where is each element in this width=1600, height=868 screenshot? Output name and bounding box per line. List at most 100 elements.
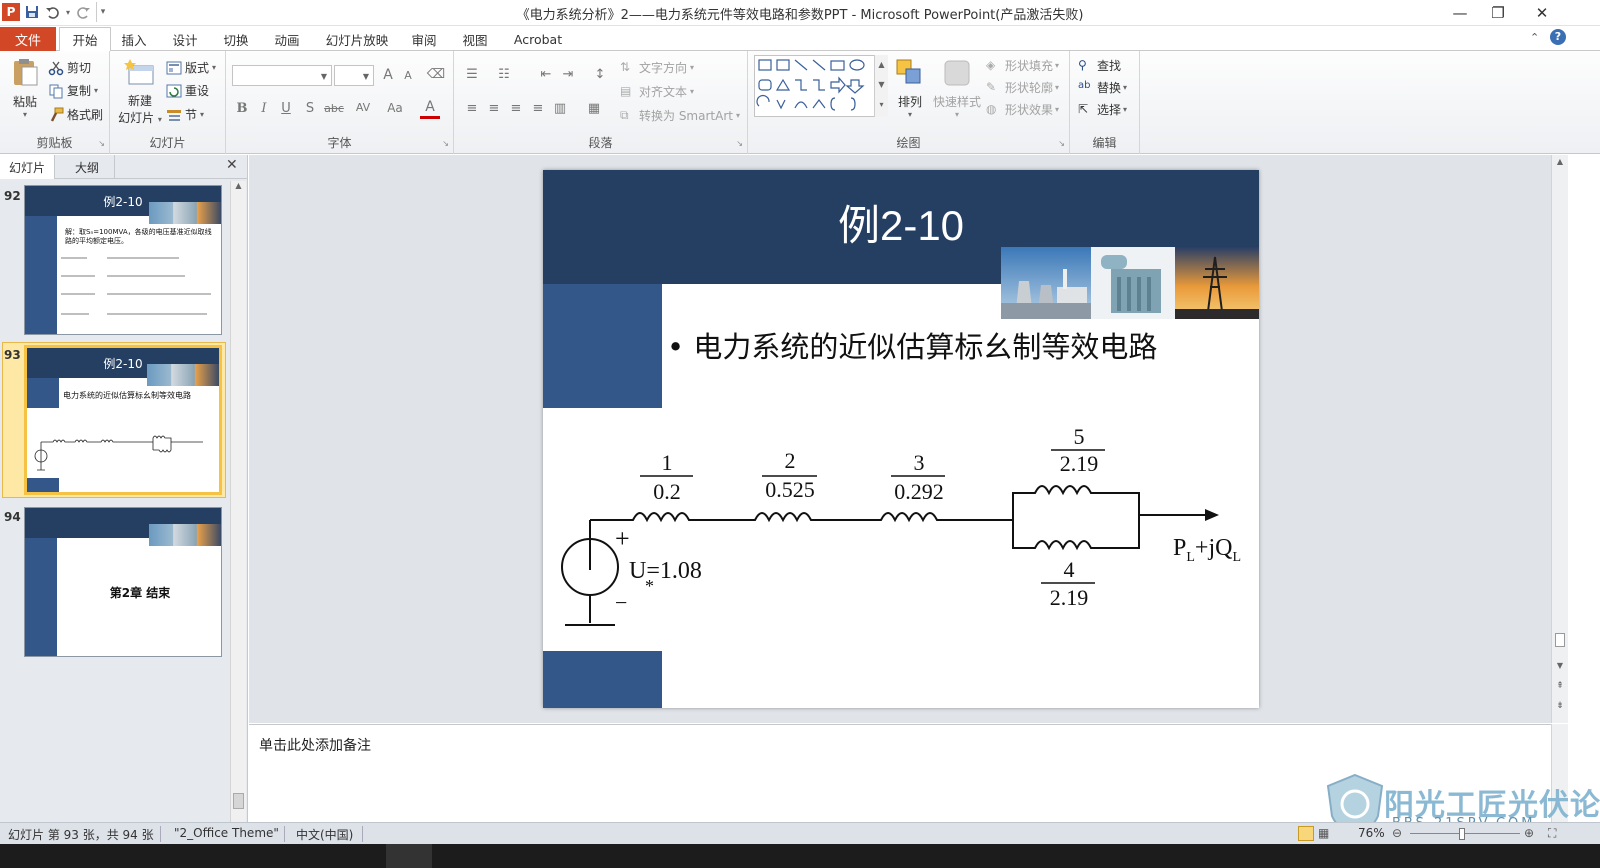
- taskbar-item[interactable]: [386, 844, 432, 868]
- slide-thumb-93[interactable]: 例2-10 电力系统的近似估算标幺制等效电路: [24, 345, 222, 495]
- slide-sorter-icon[interactable]: ▦: [1318, 826, 1329, 840]
- copy-button[interactable]: 复制 ▾: [48, 82, 98, 99]
- align-text-icon: ▤: [620, 83, 632, 98]
- quick-styles-button[interactable]: 快速样式 ▾: [932, 57, 982, 119]
- grow-font-button[interactable]: A: [378, 67, 398, 83]
- tab-insert[interactable]: 插入: [115, 27, 153, 51]
- smartart-button[interactable]: ⧉ 转换为 SmartArt ▾: [620, 107, 740, 124]
- scissors-icon: [48, 61, 64, 75]
- align-left-icon[interactable]: ≡: [462, 101, 482, 116]
- line-spacing-icon[interactable]: ↕: [590, 67, 610, 82]
- align-text-button[interactable]: ▤ 对齐文本 ▾: [620, 83, 694, 100]
- tab-view[interactable]: 视图: [456, 27, 494, 51]
- reset-button[interactable]: 重设: [166, 82, 209, 99]
- redo-icon[interactable]: [76, 2, 92, 22]
- tab-slideshow[interactable]: 幻灯片放映: [318, 27, 396, 51]
- restore-button[interactable]: ❐: [1476, 0, 1520, 26]
- tab-animations[interactable]: 动画: [268, 27, 306, 51]
- close-button[interactable]: ✕: [1520, 0, 1564, 26]
- select-button[interactable]: ⇱ 选择 ▾: [1078, 101, 1127, 118]
- char-spacing-button[interactable]: AV: [350, 101, 376, 114]
- increase-indent-icon[interactable]: ⇥: [558, 67, 578, 82]
- shape-effects-button[interactable]: ◍ 形状效果 ▾: [986, 101, 1059, 118]
- slides-group: 新建 幻灯片 ▾ 版式 ▾ 重设 节 ▾ 幻灯片: [110, 51, 226, 154]
- replace-button[interactable]: ab 替换 ▾: [1078, 79, 1127, 96]
- help-icon[interactable]: ?: [1550, 29, 1566, 45]
- cut-button[interactable]: 剪切: [48, 59, 91, 76]
- distribute-icon[interactable]: ▥: [550, 101, 570, 116]
- change-case-button[interactable]: Aa: [382, 101, 408, 115]
- fit-to-window-icon[interactable]: ⛶: [1548, 826, 1556, 841]
- bullets-icon[interactable]: ☰: [462, 67, 482, 82]
- shape-fill-button[interactable]: ◈ 形状填充 ▾: [986, 57, 1059, 74]
- save-icon[interactable]: [24, 2, 40, 22]
- slide-thumb-92[interactable]: 例2-10 解：取Sₙ=100MVA，各级的电压基准近似取线路的平均额定电压。: [24, 185, 222, 335]
- zoom-in-icon[interactable]: ⊕: [1524, 826, 1534, 840]
- zoom-out-icon[interactable]: ⊖: [1392, 826, 1402, 840]
- italic-button[interactable]: I: [254, 101, 274, 116]
- justify-icon[interactable]: ≡: [528, 101, 548, 116]
- layout-button[interactable]: 版式 ▾: [166, 59, 216, 76]
- paste-dropdown-icon[interactable]: ▾: [23, 110, 27, 119]
- decrease-indent-icon[interactable]: ⇤: [536, 67, 556, 82]
- new-slide-button[interactable]: 新建 幻灯片 ▾: [116, 57, 164, 126]
- tab-transitions[interactable]: 切换: [217, 27, 255, 51]
- paragraph-launcher-icon[interactable]: ↘: [736, 139, 743, 148]
- slide-bullet[interactable]: • 电力系统的近似估算标幺制等效电路: [667, 324, 1157, 366]
- status-zoom[interactable]: 76%: [1358, 826, 1385, 840]
- clipboard-launcher-icon[interactable]: ↘: [98, 139, 105, 148]
- font-color-button[interactable]: A: [420, 99, 440, 119]
- status-theme[interactable]: "2_Office Theme": [174, 826, 279, 840]
- text-direction-button[interactable]: ⇅ 文字方向 ▾: [620, 59, 694, 76]
- editor-scrollbar[interactable]: ▲ ▼ ⇞ ⇟: [1551, 155, 1568, 723]
- zoom-slider[interactable]: [1410, 833, 1520, 834]
- customize-qat-icon[interactable]: ▾: [96, 2, 106, 22]
- tab-home[interactable]: 开始: [59, 27, 111, 52]
- tab-review[interactable]: 审阅: [405, 27, 443, 51]
- undo-icon[interactable]: [44, 2, 60, 22]
- copy-dropdown-icon[interactable]: ▾: [94, 86, 98, 95]
- powerpoint-app-icon[interactable]: P: [2, 3, 20, 21]
- reset-icon: [166, 84, 182, 97]
- tab-slides-panel[interactable]: 幻灯片: [0, 155, 55, 179]
- paste-button[interactable]: 粘贴 ▾: [8, 57, 42, 119]
- collapse-ribbon-icon[interactable]: ⌃: [1530, 31, 1539, 44]
- align-center-icon[interactable]: ≡: [484, 101, 504, 116]
- current-slide[interactable]: 例2-10 • 电力系统的近似估算标幺制等效电路 1 0.2 2 0.525 3…: [543, 170, 1259, 708]
- paragraph-group: ☰ ☷ ⇤ ⇥ ↕ ≡ ≡ ≡ ≡ ▥ ▦ ⇅ 文字方向 ▾ ▤ 对齐文本 ▾ …: [454, 51, 748, 154]
- font-launcher-icon[interactable]: ↘: [442, 139, 449, 148]
- panel-scrollbar[interactable]: ▲ ▼: [230, 181, 246, 831]
- bold-button[interactable]: B: [232, 101, 252, 116]
- shape-outline-button[interactable]: ✎ 形状轮廓 ▾: [986, 79, 1059, 96]
- numbering-icon[interactable]: ☷: [494, 67, 514, 82]
- tab-design[interactable]: 设计: [166, 27, 204, 51]
- tab-acrobat[interactable]: Acrobat: [508, 27, 568, 51]
- clear-format-icon[interactable]: ⌫: [426, 67, 446, 82]
- normal-view-icon[interactable]: [1298, 826, 1314, 841]
- zoom-slider-thumb[interactable]: [1459, 828, 1465, 840]
- slide-title[interactable]: 例2-10: [693, 192, 1109, 253]
- shrink-font-button[interactable]: A: [398, 69, 418, 82]
- section-button[interactable]: 节 ▾: [166, 106, 204, 123]
- align-right-icon[interactable]: ≡: [506, 101, 526, 116]
- shadow-button[interactable]: S: [300, 101, 320, 116]
- font-name-combo[interactable]: ▼: [232, 65, 332, 86]
- notes-placeholder[interactable]: 单击此处添加备注: [259, 735, 371, 755]
- status-language[interactable]: 中文(中国): [296, 826, 353, 843]
- slide-thumb-94[interactable]: 第2章 结束: [24, 507, 222, 657]
- underline-button[interactable]: U: [276, 101, 296, 116]
- tab-file[interactable]: 文件: [0, 27, 56, 51]
- strikethrough-button[interactable]: abc: [322, 102, 346, 115]
- font-size-combo[interactable]: ▼: [334, 65, 374, 86]
- find-button[interactable]: ⚲ 查找: [1078, 57, 1121, 74]
- format-painter-button[interactable]: 格式刷: [48, 106, 103, 123]
- drawing-launcher-icon[interactable]: ↘: [1058, 139, 1065, 148]
- tab-outline-panel[interactable]: 大纲: [60, 155, 115, 179]
- quick-access-toolbar: P ▾ ▾: [0, 0, 106, 24]
- close-panel-icon[interactable]: ✕: [226, 157, 238, 173]
- arrange-button[interactable]: 排列 ▾: [894, 57, 926, 119]
- shapes-gallery-scroll[interactable]: ▲ ▼ ▾: [874, 55, 888, 117]
- columns-icon[interactable]: ▦: [584, 101, 604, 116]
- shapes-gallery[interactable]: [754, 55, 888, 117]
- undo-dropdown-icon[interactable]: ▾: [64, 2, 72, 22]
